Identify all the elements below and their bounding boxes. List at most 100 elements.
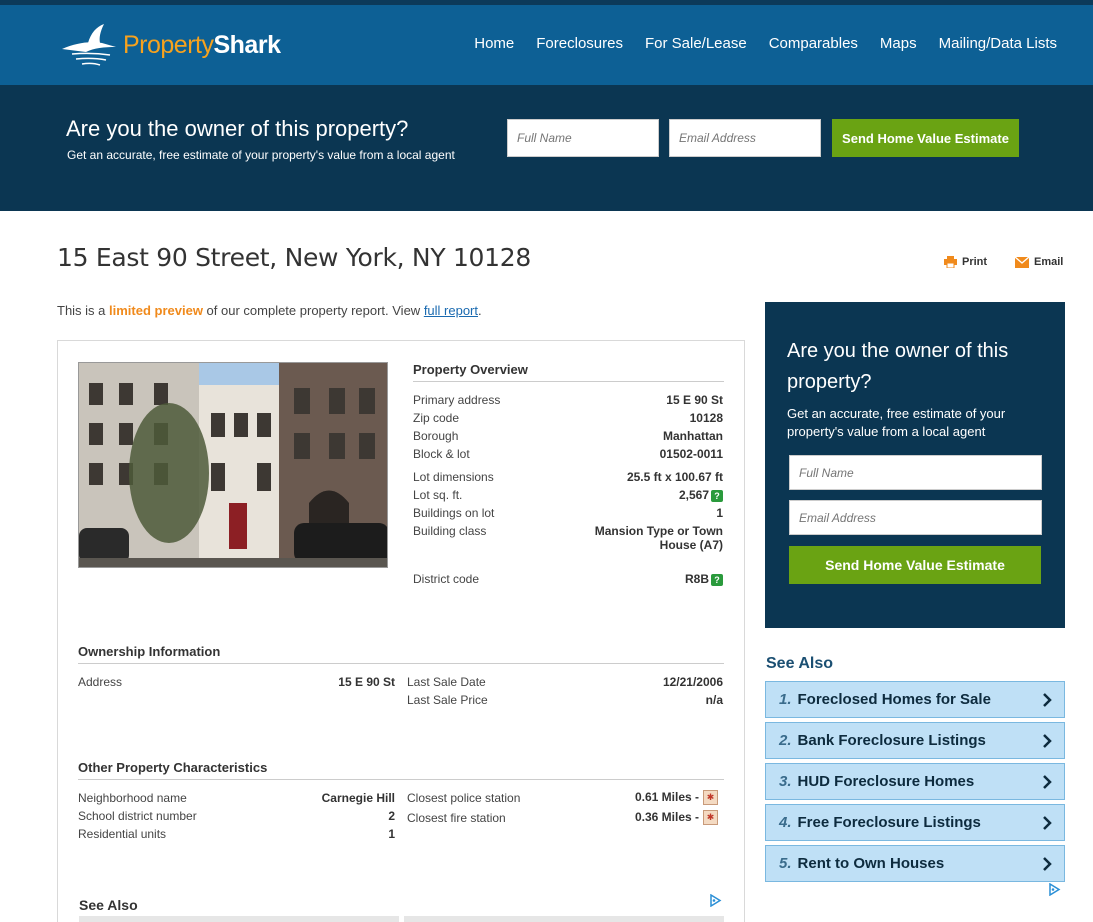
police-station-label: Closest police station: [407, 791, 521, 805]
see-also-link-4[interactable]: 4. Free Foreclosure Listings: [765, 804, 1065, 841]
site-header: PropertyShark Home Foreclosures For Sale…: [0, 5, 1093, 85]
nav-mailing-data-lists[interactable]: Mailing/Data Lists: [939, 35, 1057, 52]
see-also-link-3[interactable]: 3. HUD Foreclosure Homes: [765, 763, 1065, 800]
report-see-also-title: See Also: [79, 897, 138, 913]
nav-maps[interactable]: Maps: [880, 35, 917, 52]
sidebar-full-name-input[interactable]: [789, 455, 1042, 490]
last-sale-date-label: Last Sale Date: [407, 675, 486, 689]
neighborhood-value: Carnegie Hill: [321, 791, 395, 805]
nav-comparables[interactable]: Comparables: [769, 35, 858, 52]
main-nav: Home Foreclosures For Sale/Lease Compara…: [452, 35, 1057, 52]
envelope-icon: [1015, 256, 1029, 268]
preview-middle: of our complete property report. View: [202, 303, 424, 318]
see-also-link-1[interactable]: 1. Foreclosed Homes for Sale: [765, 681, 1065, 718]
print-label: Print: [962, 256, 988, 268]
propertyshark-logo[interactable]: PropertyShark: [58, 23, 298, 69]
preview-suffix: .: [478, 303, 482, 318]
link-label: Free Foreclosure Listings: [797, 814, 981, 831]
link-number: 2.: [779, 732, 792, 749]
link-number: 3.: [779, 773, 792, 790]
fire-map-icon[interactable]: ✱: [703, 810, 718, 826]
email-label: Email: [1034, 256, 1064, 268]
sidebar-subtitle: Get an accurate, free estimate of your p…: [787, 406, 1006, 439]
overview-label-borough: Borough: [413, 429, 459, 443]
print-link[interactable]: Print: [944, 256, 987, 268]
overview-label-primary-address: Primary address: [413, 393, 501, 407]
sidebar-title: Are you the owner of this property?: [787, 340, 1009, 393]
owner-banner: Are you the owner of this property? Get …: [0, 85, 1093, 211]
nav-for-sale-lease[interactable]: For Sale/Lease: [645, 35, 747, 52]
printer-icon: [944, 256, 957, 268]
school-district-label: School district number: [78, 809, 197, 823]
characteristics-title: Other Property Characteristics: [78, 760, 724, 780]
chevron-right-icon: [1043, 816, 1052, 830]
link-label: Rent to Own Houses: [797, 855, 945, 872]
police-station-value: 0.61 Miles -: [634, 790, 699, 804]
overview-value-primary-address: 15 E 90 St: [666, 393, 723, 407]
property-report-card: Property Overview Primary address 15 E 9…: [57, 340, 745, 922]
see-also-link-5[interactable]: 5. Rent to Own Houses: [765, 845, 1065, 882]
residential-units-value: 1: [388, 827, 395, 841]
sidebar-adchoices-icon[interactable]: [1048, 883, 1061, 896]
last-sale-price-value: n/a: [705, 693, 723, 707]
limited-preview-text: limited preview: [109, 303, 203, 318]
district-code-help-icon[interactable]: ?: [711, 573, 723, 586]
banner-send-estimate-button[interactable]: Send Home Value Estimate: [832, 119, 1019, 157]
overview-label-zip: Zip code: [413, 411, 460, 425]
see-also-link-2[interactable]: 2. Bank Foreclosure Listings: [765, 722, 1065, 759]
school-district-value: 2: [388, 809, 395, 823]
banner-subtitle: Get an accurate, free estimate of your p…: [67, 148, 455, 162]
logo-wordmark: PropertyShark: [123, 31, 281, 59]
overview-label-buildings: Buildings on lot: [413, 506, 495, 520]
overview-value-district-code: R8B: [684, 572, 709, 586]
building-photo-illustration: [79, 363, 387, 567]
link-number: 1.: [779, 691, 792, 708]
overview-label-district-code: District code: [413, 572, 480, 586]
overview-value-zip: 10128: [689, 411, 723, 425]
full-report-link[interactable]: full report: [424, 303, 478, 318]
banner-full-name-input[interactable]: [507, 119, 659, 157]
chevron-right-icon: [1043, 734, 1052, 748]
nav-foreclosures[interactable]: Foreclosures: [536, 35, 623, 52]
report-ad-slot-left[interactable]: [79, 916, 399, 922]
lot-sqft-help-icon[interactable]: ?: [711, 489, 723, 502]
overview-value-borough: Manhattan: [663, 429, 723, 443]
ownership-address-value: 15 E 90 St: [338, 675, 395, 689]
police-map-icon[interactable]: ✱: [703, 790, 718, 806]
preview-prefix: This is a: [57, 303, 110, 318]
overview-value-lot-dimensions: 25.5 ft x 100.67 ft: [626, 470, 723, 484]
sidebar-send-estimate-button[interactable]: Send Home Value Estimate: [789, 546, 1041, 584]
overview-value-district-code-row: R8B?: [685, 572, 723, 586]
nav-home[interactable]: Home: [474, 35, 514, 52]
banner-title: Are you the owner of this property?: [66, 116, 409, 141]
overview-label-lot-sqft: Lot sq. ft.: [413, 488, 463, 502]
overview-value-lot-sqft: 2,567: [678, 488, 709, 502]
overview-value-building-class: Mansion Type or Town House (A7): [594, 524, 723, 552]
overview-value-lot-sqft-row: 2,567?: [679, 488, 723, 502]
preview-notice: This is a limited preview of our complet…: [57, 303, 482, 318]
ownership-address-label: Address: [78, 675, 123, 689]
sidebar-see-also-title: See Also: [766, 655, 833, 672]
police-station-value-row: 0.61 Miles - ✱: [634, 790, 718, 806]
shark-fin-icon: [62, 24, 116, 66]
overview-label-lot-dimensions: Lot dimensions: [413, 470, 494, 484]
banner-email-input[interactable]: [669, 119, 821, 157]
link-label: HUD Foreclosure Homes: [797, 773, 975, 790]
last-sale-date-value: 12/21/2006: [662, 675, 723, 689]
email-link[interactable]: Email: [1015, 256, 1063, 268]
property-photo[interactable]: [78, 362, 388, 568]
link-number: 4.: [779, 814, 792, 831]
report-ad-slot-right[interactable]: [404, 916, 724, 922]
link-label: Bank Foreclosure Listings: [797, 732, 986, 749]
last-sale-price-label: Last Sale Price: [407, 693, 488, 707]
sidebar-owner-form: Are you the owner of this property? Get …: [765, 302, 1065, 628]
property-overview-title: Property Overview: [413, 362, 724, 382]
adchoices-icon[interactable]: [709, 894, 722, 907]
sidebar-email-input[interactable]: [789, 500, 1042, 535]
link-label: Foreclosed Homes for Sale: [797, 691, 991, 708]
link-number: 5.: [779, 855, 792, 872]
chevron-right-icon: [1043, 857, 1052, 871]
chevron-right-icon: [1043, 775, 1052, 789]
chevron-right-icon: [1043, 693, 1052, 707]
overview-label-building-class: Building class: [413, 524, 487, 538]
